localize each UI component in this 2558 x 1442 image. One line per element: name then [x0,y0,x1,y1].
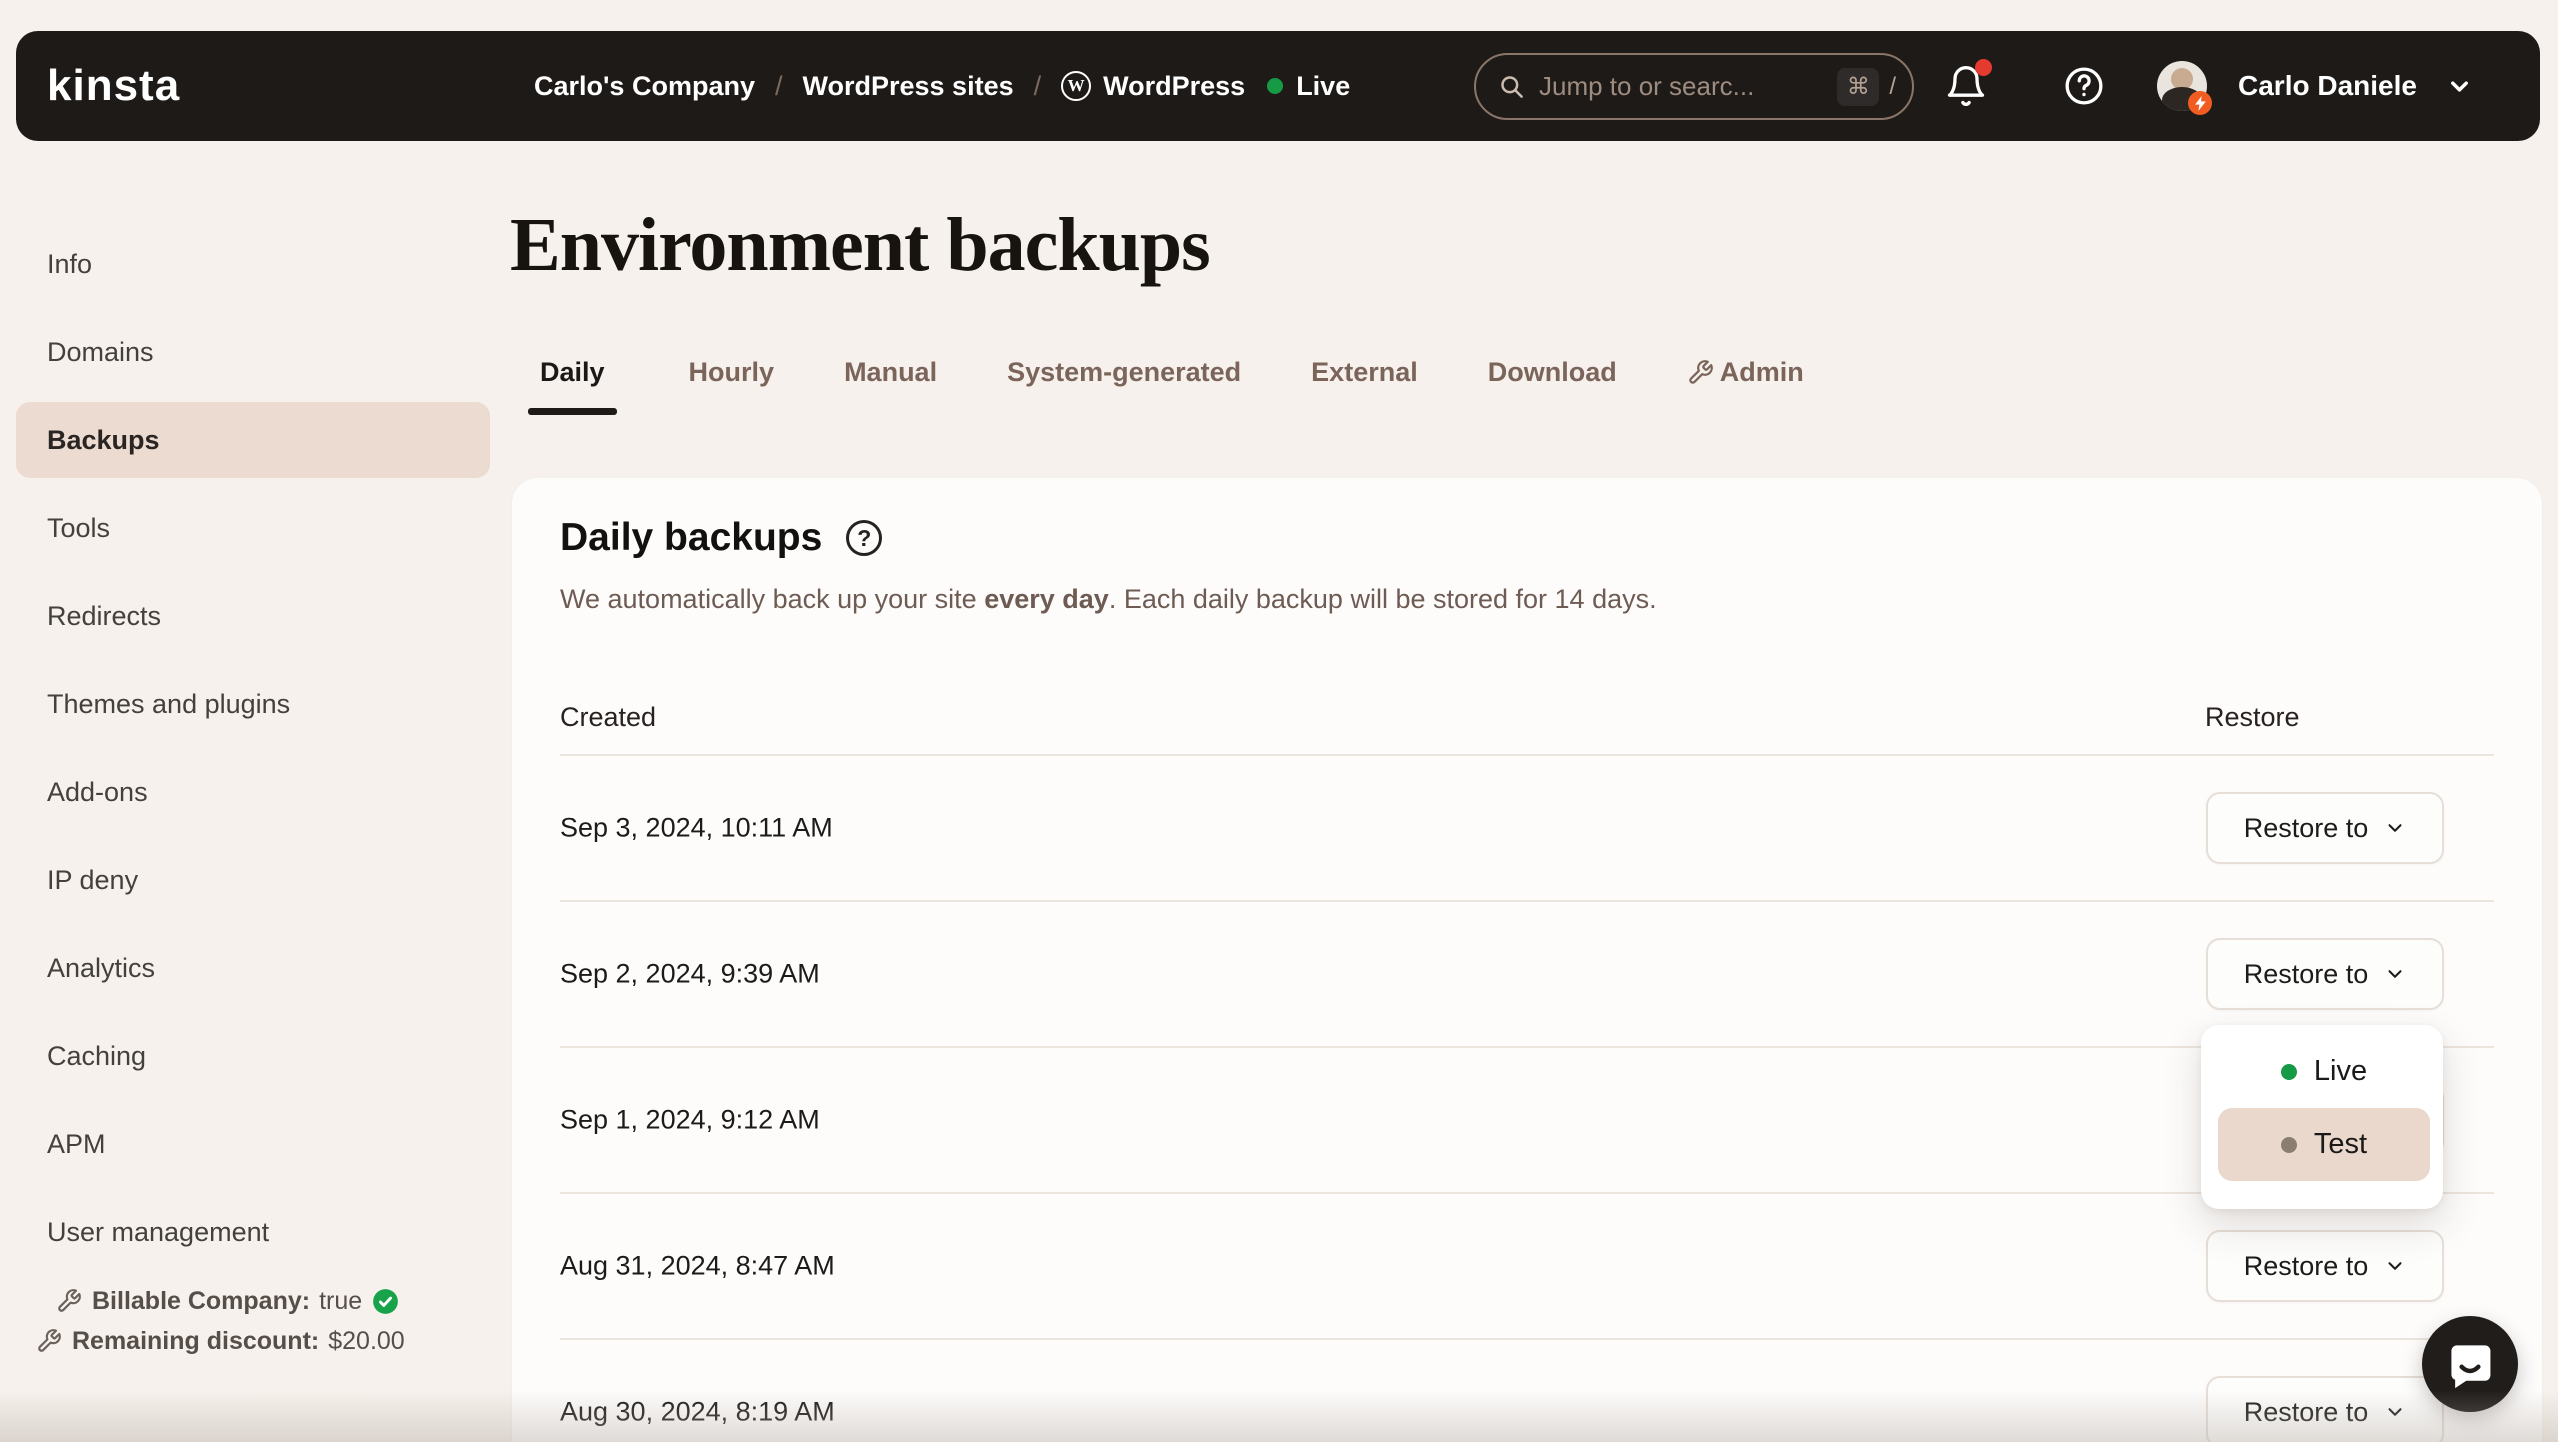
search-placeholder: Jump to or searc... [1539,71,1755,101]
backup-created-date: Aug 31, 2024, 8:47 AM [560,1250,835,1281]
wrench-icon [38,1329,61,1352]
sidebar: Info Domains Backups Tools Redirects The… [16,226,490,1270]
chevron-down-icon[interactable] [2446,73,2473,105]
breadcrumb: Carlo's Company / WordPress sites / W Wo… [534,31,1350,141]
command-key-icon: ⌘ [1837,67,1880,106]
chat-launcher-button[interactable] [2422,1316,2518,1412]
billable-company-label: Billable Company: [92,1286,311,1315]
kinsta-dashboard: kinsta Carlo's Company / WordPress sites… [0,0,2558,1442]
environment-label: Live [1296,70,1351,101]
sidebar-item-tools[interactable]: Tools [16,490,490,566]
restore-to-button[interactable]: Restore to [2206,1376,2444,1442]
daily-backups-card: Daily backups ? We automatically back up… [512,478,2542,1442]
breadcrumb-wordpress-sites[interactable]: WordPress sites [803,71,1014,102]
slash-key-hint: / [1889,72,1896,100]
chevron-down-icon [2388,824,2402,832]
restore-to-button[interactable]: Restore to [2206,792,2444,864]
avatar-lightning-badge [2188,91,2212,115]
table-row: Aug 31, 2024, 8:47 AM Restore to [560,1194,2494,1340]
sidebar-item-user-management[interactable]: User management [16,1194,490,1270]
sidebar-item-domains[interactable]: Domains [16,314,490,390]
table-row: Aug 30, 2024, 8:19 AM Restore to [560,1340,2494,1442]
live-dot-icon [2280,1063,2297,1080]
breadcrumb-separator: / [1033,70,1042,101]
topbar: kinsta Carlo's Company / WordPress sites… [16,31,2540,141]
backup-created-date: Sep 1, 2024, 9:12 AM [560,1104,820,1135]
card-header: Daily backups ? [560,516,883,560]
tab-download[interactable]: Download [1488,355,1617,389]
page-title: Environment backups [510,203,1211,287]
remaining-discount-value: $20.00 [328,1326,405,1355]
sidebar-item-backups[interactable]: Backups [16,402,490,478]
wordpress-icon: W [1061,71,1092,101]
breadcrumb-separator: / [774,70,783,101]
remaining-discount-line: Remaining discount: $20.00 [0,1321,500,1361]
tab-manual[interactable]: Manual [844,355,937,389]
dropdown-option-test[interactable]: Test [2218,1108,2430,1181]
restore-target-dropdown: Live Test [2201,1025,2443,1209]
wrench-icon [1689,359,1713,384]
tab-hourly[interactable]: Hourly [689,355,775,389]
restore-to-button[interactable]: Restore to [2206,1230,2444,1302]
billable-company-value: true [319,1286,363,1315]
search-input[interactable]: Jump to or searc... ⌘ / [1474,53,1914,120]
dropdown-option-live[interactable]: Live [2218,1035,2430,1108]
breadcrumb-site[interactable]: W WordPress [1061,71,1245,102]
chevron-down-icon [2388,1408,2402,1416]
tab-system-generated[interactable]: System-generated [1007,355,1241,389]
notifications-button[interactable] [1944,59,1992,108]
avatar[interactable] [2157,61,2212,115]
sidebar-item-add-ons[interactable]: Add-ons [16,754,490,830]
backup-created-date: Sep 2, 2024, 9:39 AM [560,958,820,989]
breadcrumb-company[interactable]: Carlo's Company [534,71,755,102]
billable-company-line: Billable Company: true [0,1281,500,1321]
sidebar-item-info[interactable]: Info [16,226,490,302]
column-header-restore: Restore [2205,702,2300,732]
card-description: We automatically back up your site every… [560,584,1657,614]
remaining-discount-label: Remaining discount: [72,1326,320,1355]
notification-badge [1975,59,1992,76]
backup-created-date: Aug 30, 2024, 8:19 AM [560,1396,835,1427]
user-menu-name[interactable]: Carlo Daniele [2238,31,2417,141]
card-title: Daily backups [560,516,823,559]
sidebar-item-analytics[interactable]: Analytics [16,930,490,1006]
column-header-created: Created [560,702,657,732]
sidebar-item-apm[interactable]: APM [16,1106,490,1182]
tab-admin[interactable]: Admin [1687,355,1804,389]
sidebar-item-themes-and-plugins[interactable]: Themes and plugins [16,666,490,742]
live-status-dot-icon [1267,78,1284,94]
lightning-icon [2194,95,2206,111]
help-circle-icon[interactable]: ? [846,520,883,556]
kinsta-logo[interactable]: kinsta [47,61,180,111]
wrench-icon [58,1289,81,1312]
tab-daily[interactable]: Daily [528,355,617,415]
check-circle-icon [373,1288,399,1314]
help-icon [2065,67,2103,105]
search-icon [1501,76,1523,98]
chevron-down-icon [2388,1262,2402,1270]
tab-external[interactable]: External [1311,355,1418,389]
backup-created-date: Sep 3, 2024, 10:11 AM [560,812,833,843]
table-row: Sep 2, 2024, 9:39 AM Restore to [560,902,2494,1048]
sidebar-item-ip-deny[interactable]: IP deny [16,842,490,918]
sidebar-item-redirects[interactable]: Redirects [16,578,490,654]
table-row: Sep 3, 2024, 10:11 AM Restore to [560,756,2494,902]
chevron-down-icon [2388,970,2402,978]
table-header: Created Restore [560,688,2494,754]
chat-bubble-icon [2451,1345,2491,1389]
help-button[interactable] [2062,64,2106,108]
restore-to-button-open[interactable]: Restore to [2206,938,2444,1010]
sidebar-item-caching[interactable]: Caching [16,1018,490,1094]
breadcrumb-site-label: WordPress [1103,70,1246,101]
test-dot-icon [2280,1136,2297,1153]
environment-selector[interactable]: Live [1267,71,1350,102]
backup-tabs: Daily Hourly Manual System-generated Ext… [528,355,1804,415]
sidebar-admin-info: Billable Company: true Remaining discoun… [0,1281,500,1361]
